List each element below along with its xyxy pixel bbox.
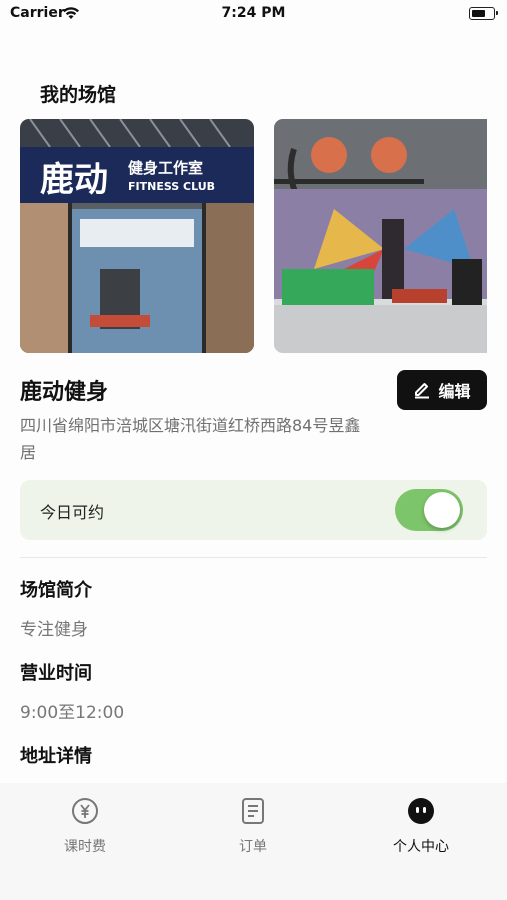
coin-icon <box>72 798 98 824</box>
edit-button-label: 编辑 <box>438 382 471 401</box>
battery-icon <box>469 7 498 20</box>
venue-name: 鹿动健身 <box>20 380 109 405</box>
availability-label: 今日可约 <box>40 503 105 522</box>
venue-photo-storefront[interactable]: 鹿动 健身工作室 FITNESS CLUB <box>20 119 254 353</box>
hours-value: 9:00至12:00 <box>20 703 125 723</box>
section-title-my-venue: 我的场馆 <box>40 84 117 106</box>
storefront-sign-sub: 健身工作室 <box>128 159 203 177</box>
pencil-icon <box>415 383 430 399</box>
tab-class-fee-label: 课时费 <box>64 839 106 855</box>
address-detail-title: 地址详情 <box>20 746 92 767</box>
venue-address: 四川省绵阳市涪城区塘汛街道红桥西路84号昱鑫居 <box>20 416 361 462</box>
profile-icon <box>408 798 434 824</box>
clock: 7:24 PM <box>221 5 286 21</box>
toggle-knob <box>424 492 460 528</box>
intro-title: 场馆简介 <box>20 580 92 601</box>
edit-button[interactable]: 编辑 <box>397 370 487 410</box>
hours-title: 营业时间 <box>20 663 92 684</box>
venue-photo-gallery[interactable]: 鹿动 健身工作室 FITNESS CLUB <box>20 119 487 353</box>
tab-orders-label: 订单 <box>239 839 267 855</box>
tab-orders[interactable]: 订单 <box>193 797 313 856</box>
availability-card: 今日可约 <box>20 480 487 540</box>
availability-toggle[interactable] <box>395 489 463 531</box>
document-icon <box>242 798 264 824</box>
venue-photo-interior[interactable] <box>274 119 487 353</box>
status-bar: Carrier 7:24 PM <box>0 0 507 28</box>
intro-value: 专注健身 <box>20 620 88 640</box>
tab-class-fee[interactable]: 课时费 <box>25 797 145 856</box>
storefront-sign-text: 鹿动 <box>40 160 108 200</box>
divider <box>20 557 487 558</box>
tab-profile-label: 个人中心 <box>393 839 449 855</box>
tab-profile[interactable]: 个人中心 <box>361 797 481 856</box>
tab-bar: 课时费 订单 个人中心 <box>0 783 507 900</box>
storefront-sign-en: FITNESS CLUB <box>128 180 215 193</box>
